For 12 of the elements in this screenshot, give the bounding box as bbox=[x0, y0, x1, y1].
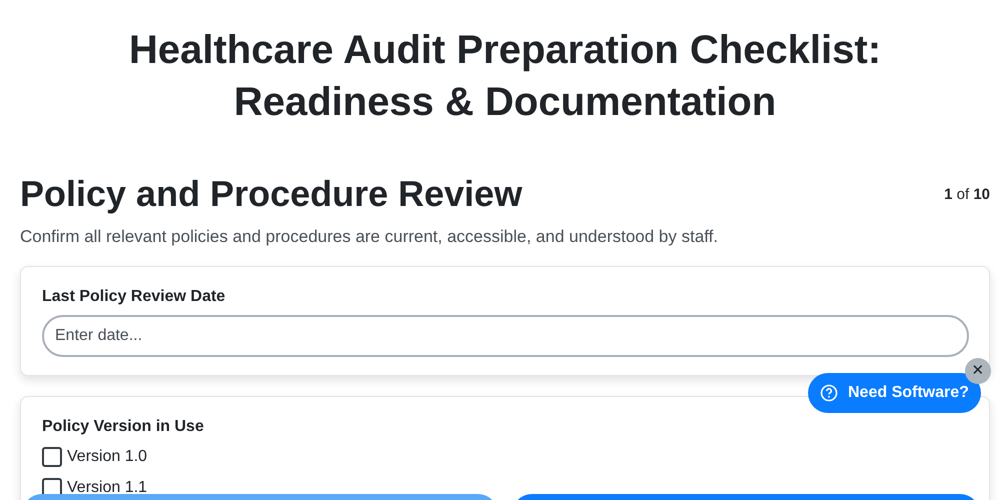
help-button[interactable]: Need Software? bbox=[808, 373, 981, 413]
option-label: Version 1.1 bbox=[67, 478, 148, 498]
page-counter: 1 of 10 bbox=[944, 185, 990, 205]
section-heading: Policy and Procedure Review bbox=[20, 172, 522, 216]
field-label: Last Policy Review Date bbox=[42, 286, 226, 306]
field-label: Policy Version in Use bbox=[42, 416, 205, 436]
section-description: Confirm all relevant policies and procedures are current, accessible, and understood by staff. bbox=[20, 226, 720, 248]
date-field[interactable]: Enter date... bbox=[42, 314, 969, 356]
option-label: Version 1.0 bbox=[67, 446, 148, 466]
checkbox[interactable] bbox=[42, 446, 62, 466]
help-icon bbox=[820, 384, 838, 402]
page-title: Healthcare Audit Preparation Checklist: Readiness & Documentation bbox=[128, 27, 882, 126]
